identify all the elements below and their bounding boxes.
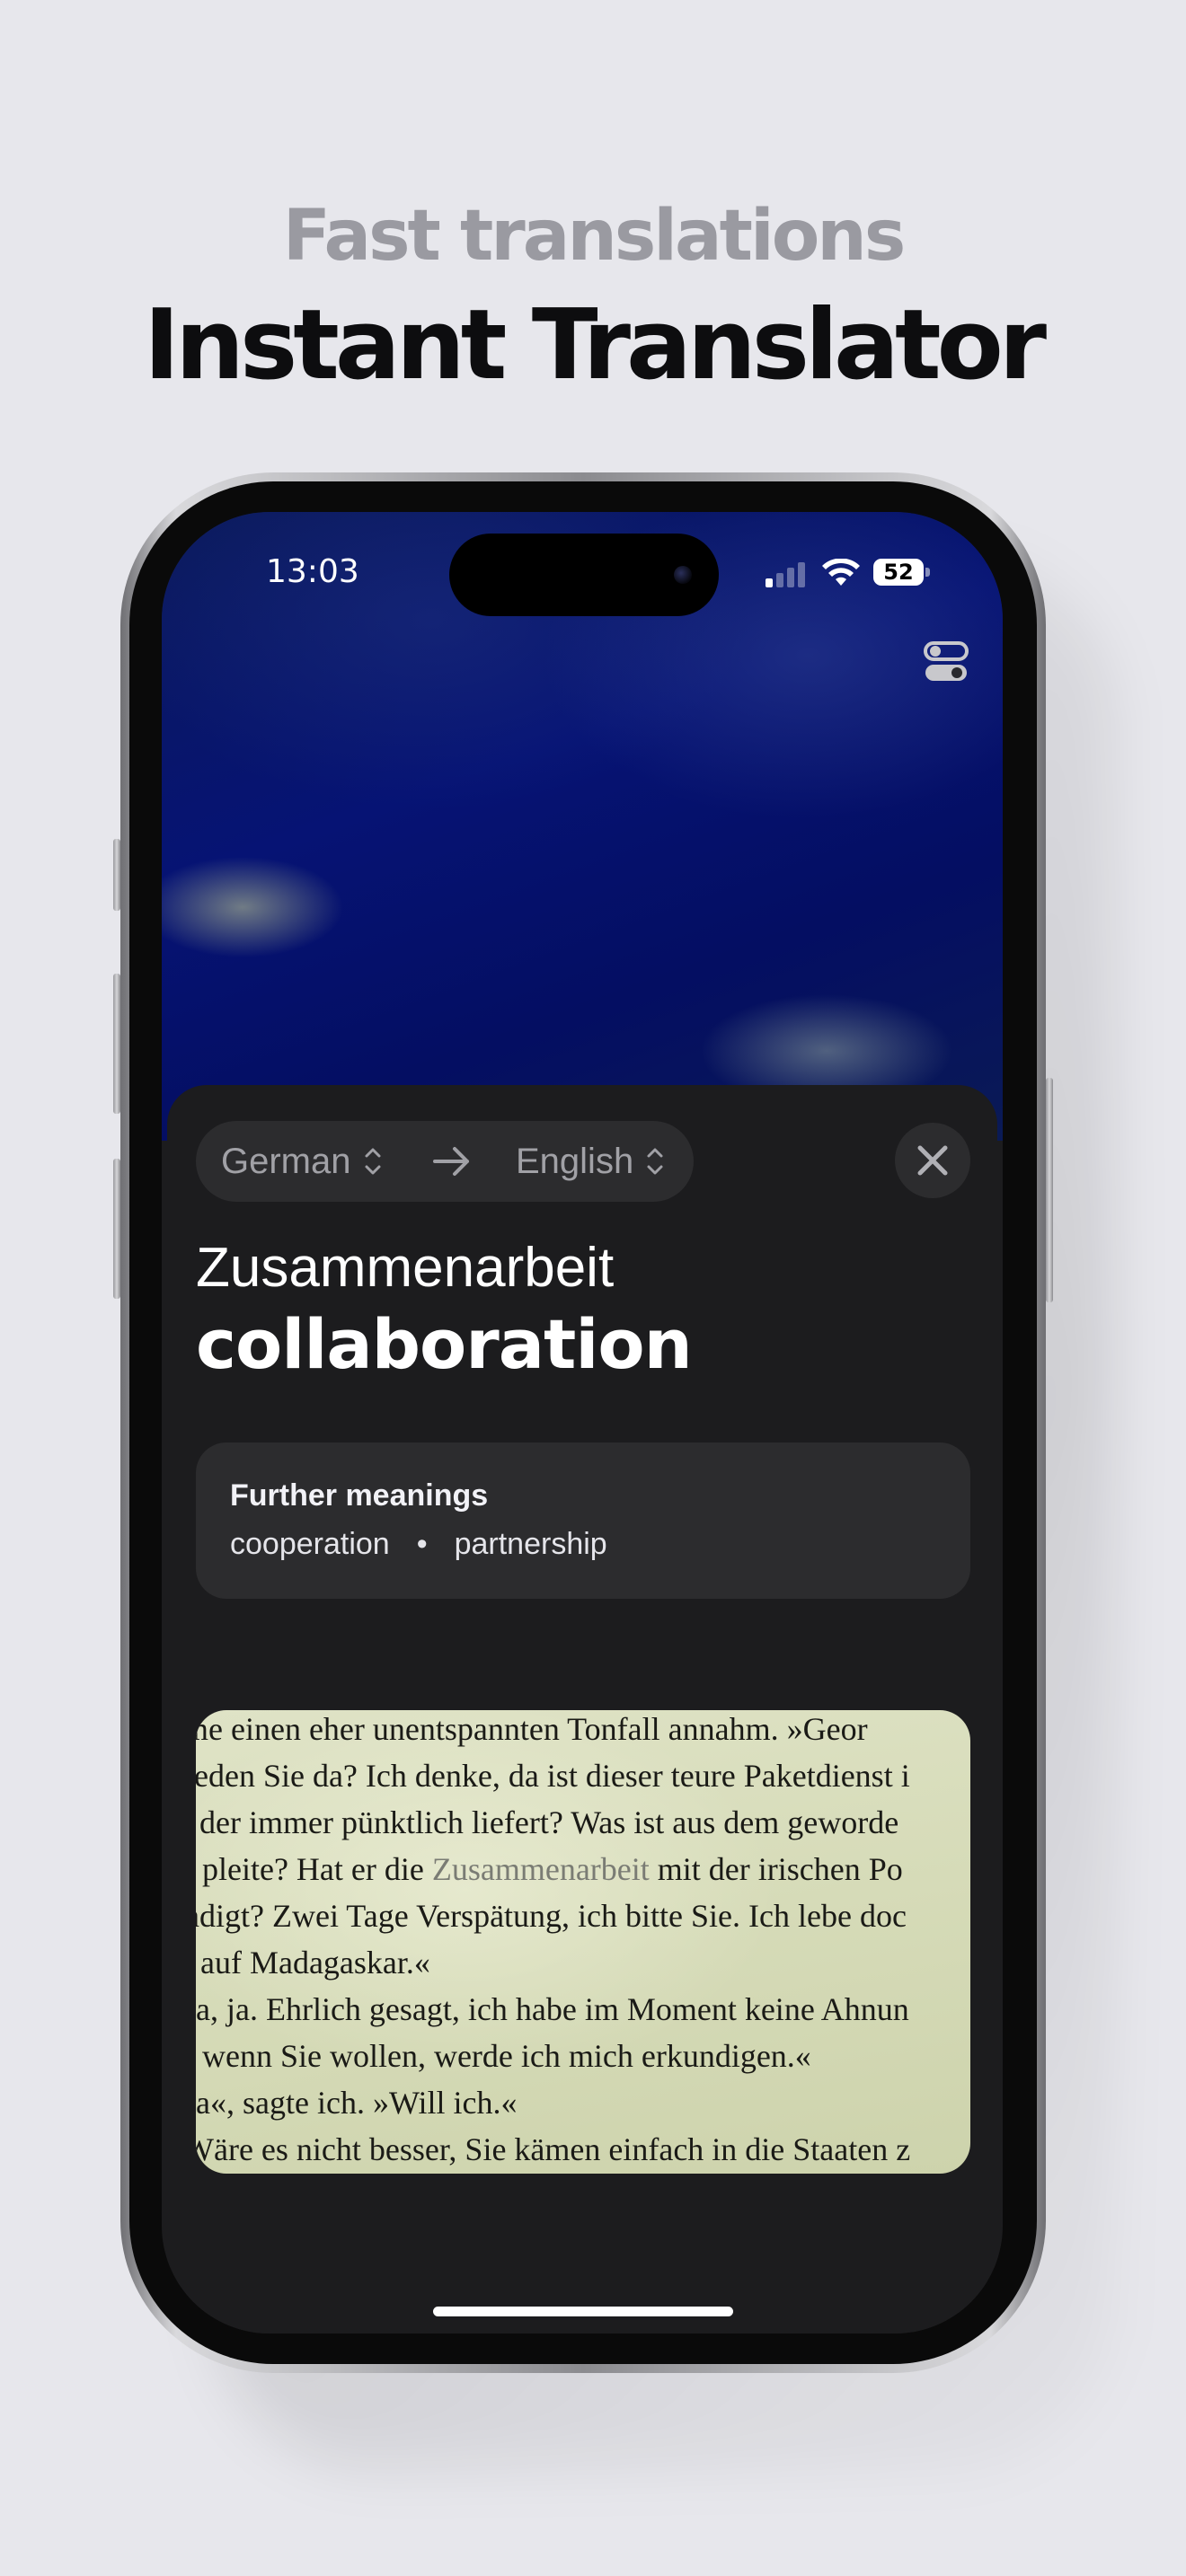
scanned-book-image: me einen eher unentspannten Tonfall anna… [196, 1710, 970, 2174]
status-time: 13:03 [266, 553, 359, 590]
meaning-separator: • [416, 1527, 428, 1561]
book-line: Wäre es nicht besser, Sie kämen einfach … [196, 2131, 911, 2167]
cellular-signal-icon [766, 562, 805, 587]
source-language-button[interactable]: German [221, 1121, 351, 1202]
chevron-up-down-icon [365, 1148, 381, 1175]
book-line: Ja, ja. Ehrlich gesagt, ich habe im Mome… [196, 1991, 909, 2027]
further-meanings-card: Further meanings cooperation • partnership [196, 1442, 970, 1599]
book-line: t auf Madagaskar.« [196, 1945, 430, 1981]
close-button[interactable] [895, 1123, 970, 1198]
volume-down-button [113, 1159, 120, 1299]
battery-tip [925, 568, 930, 577]
volume-up-button [113, 974, 120, 1114]
toggle-settings-icon[interactable] [924, 640, 969, 684]
dynamic-island [449, 534, 719, 616]
arrow-right-icon [433, 1147, 469, 1176]
home-indicator[interactable] [433, 2307, 733, 2316]
marketing-headline: Instant Translator [143, 289, 1047, 401]
chevron-up-down-icon [647, 1148, 663, 1175]
book-line: r pleite? Hat er die Zusammenarbeit mit … [196, 1851, 903, 1887]
target-language-button[interactable]: English [516, 1121, 633, 1202]
close-icon [917, 1145, 948, 1176]
book-line: , der immer pünktlich liefert? Was ist a… [196, 1804, 899, 1840]
further-meanings-list: cooperation • partnership [230, 1527, 607, 1562]
phone-screen: 13:03 52 German English Zusammenarbeit c… [162, 512, 1003, 2333]
power-button [1046, 1078, 1053, 1302]
marketing-kicker: Fast translations [282, 196, 907, 277]
book-line: me einen eher unentspannten Tonfall anna… [196, 1711, 868, 1747]
further-meanings-title: Further meanings [230, 1478, 489, 1513]
source-word: Zusammenarbeit [196, 1237, 615, 1299]
book-line: Ja«, sagte ich. »Will ich.« [196, 2085, 518, 2121]
language-selector: German English [196, 1121, 694, 1202]
highlighted-word[interactable]: Zusammenarbeit [432, 1851, 650, 1887]
book-line: r wenn Sie wollen, werde ich mich erkund… [196, 2038, 811, 2074]
wifi-icon [822, 559, 860, 586]
meaning-item[interactable]: partnership [455, 1527, 607, 1561]
action-button [113, 839, 120, 911]
front-camera [674, 566, 692, 584]
translated-word: collaboration [196, 1304, 693, 1384]
book-line: reden Sie da? Ich denke, da ist dieser t… [196, 1758, 910, 1794]
book-line: ndigt? Zwei Tage Verspätung, ich bitte S… [196, 1898, 907, 1934]
battery-icon: 52 [873, 559, 924, 586]
meaning-item[interactable]: cooperation [230, 1527, 390, 1561]
